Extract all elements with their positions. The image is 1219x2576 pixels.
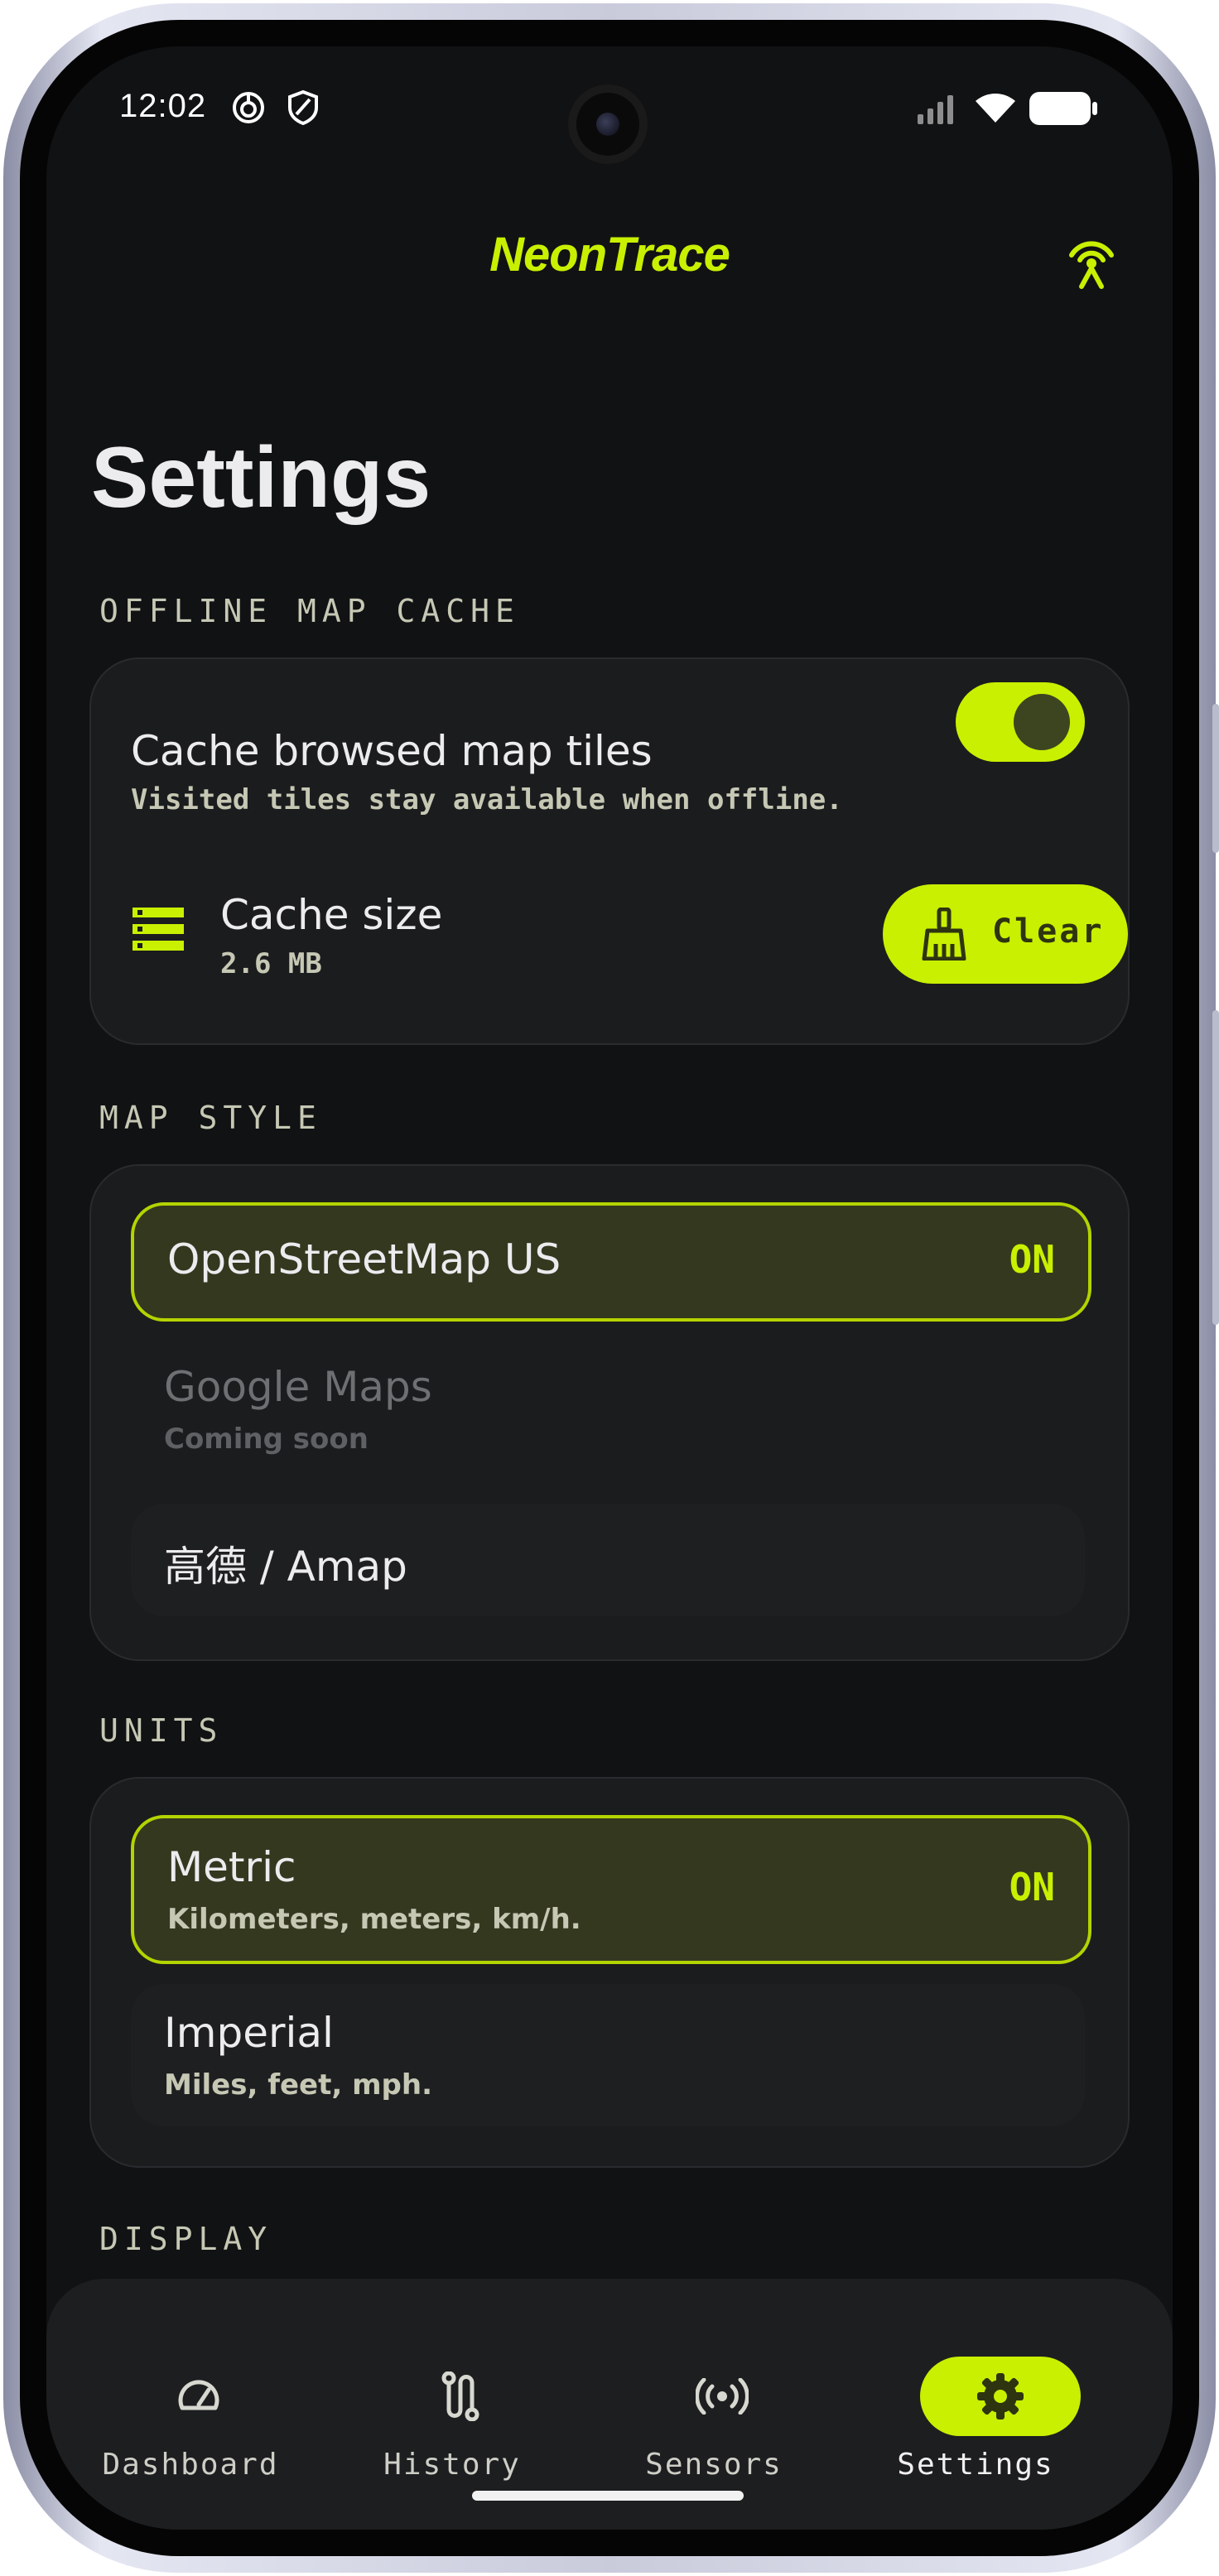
cache-toggle-subtitle: Visited tiles stay available when offlin…	[131, 783, 843, 816]
page-title: Settings	[91, 430, 431, 526]
broom-icon	[922, 908, 966, 961]
section-label-map-style: MAP STYLE	[99, 1100, 322, 1136]
option-title: Metric	[167, 1843, 296, 1891]
nav-label: Settings	[897, 2448, 1054, 2482]
nav-item-history[interactable]: History	[328, 2279, 576, 2482]
option-title: Google Maps	[164, 1363, 432, 1411]
units-option-imperial[interactable]: Imperial Miles, feet, mph.	[131, 1984, 1085, 2126]
broadcast-icon	[696, 2378, 749, 2415]
option-on-badge: ON	[1009, 1237, 1055, 1282]
nav-icon-container-active	[920, 2357, 1081, 2436]
storage-icon	[132, 908, 184, 951]
battery-icon	[1029, 92, 1097, 125]
gauge-icon	[178, 2380, 219, 2410]
units-option-metric[interactable]: Metric Kilometers, meters, km/h. ON	[131, 1815, 1091, 1964]
gear-icon	[977, 2373, 1024, 2420]
nav-item-dashboard[interactable]: Dashboard	[66, 2279, 315, 2482]
focus-mode-icon	[233, 92, 264, 123]
section-label-units: UNITS	[99, 1712, 224, 1749]
status-time: 12:02	[119, 88, 207, 124]
nav-label: Dashboard	[102, 2448, 279, 2482]
front-camera	[568, 84, 648, 164]
section-label-offline-cache: OFFLINE MAP CACHE	[99, 593, 520, 629]
home-indicator	[472, 2491, 744, 2501]
nav-label: Sensors	[645, 2448, 783, 2482]
nav-icon-container	[402, 2357, 518, 2436]
volume-button	[1212, 704, 1219, 853]
nav-icon-container	[141, 2357, 257, 2436]
cache-size-title: Cache size	[220, 891, 443, 939]
wifi-icon	[976, 94, 1015, 123]
nav-icon-container	[664, 2357, 780, 2436]
section-label-display: DISPLAY	[99, 2221, 273, 2257]
option-subtitle: Miles, feet, mph.	[164, 2068, 432, 2102]
option-title: 高德 / Amap	[164, 1543, 407, 1591]
cache-toggle-title: Cache browsed map tiles	[131, 727, 653, 775]
signal-icon	[918, 95, 953, 124]
power-button	[1212, 1010, 1219, 1325]
screen: 12:02 NeonTrace Settings OFFLINE MAP CAC…	[46, 46, 1173, 2530]
nav-label: History	[383, 2448, 521, 2482]
clear-cache-button[interactable]: Clear	[883, 884, 1128, 984]
option-subtitle: Kilometers, meters, km/h.	[167, 1903, 581, 1936]
nav-item-settings[interactable]: Settings	[851, 2279, 1100, 2482]
option-subtitle: Coming soon	[164, 1423, 369, 1456]
shield-icon	[288, 89, 318, 126]
option-title: Imperial	[164, 2009, 334, 2057]
option-on-badge: ON	[1009, 1865, 1055, 1909]
map-option-amap[interactable]: 高德 / Amap	[131, 1504, 1085, 1616]
app-title: NeonTrace	[489, 228, 730, 282]
toggle-knob	[1014, 694, 1070, 750]
option-title: OpenStreetMap US	[167, 1235, 561, 1283]
nav-item-sensors[interactable]: Sensors	[590, 2279, 838, 2482]
route-icon	[441, 2371, 479, 2421]
clear-button-label: Clear	[992, 912, 1105, 951]
live-tracking-icon[interactable]	[1058, 227, 1125, 293]
cache-size-value: 2.6 MB	[220, 947, 322, 980]
cache-tiles-toggle[interactable]	[956, 682, 1085, 762]
map-option-openstreetmap[interactable]: OpenStreetMap US ON	[131, 1202, 1091, 1322]
map-option-google-maps: Google Maps Coming soon	[131, 1336, 1085, 1482]
